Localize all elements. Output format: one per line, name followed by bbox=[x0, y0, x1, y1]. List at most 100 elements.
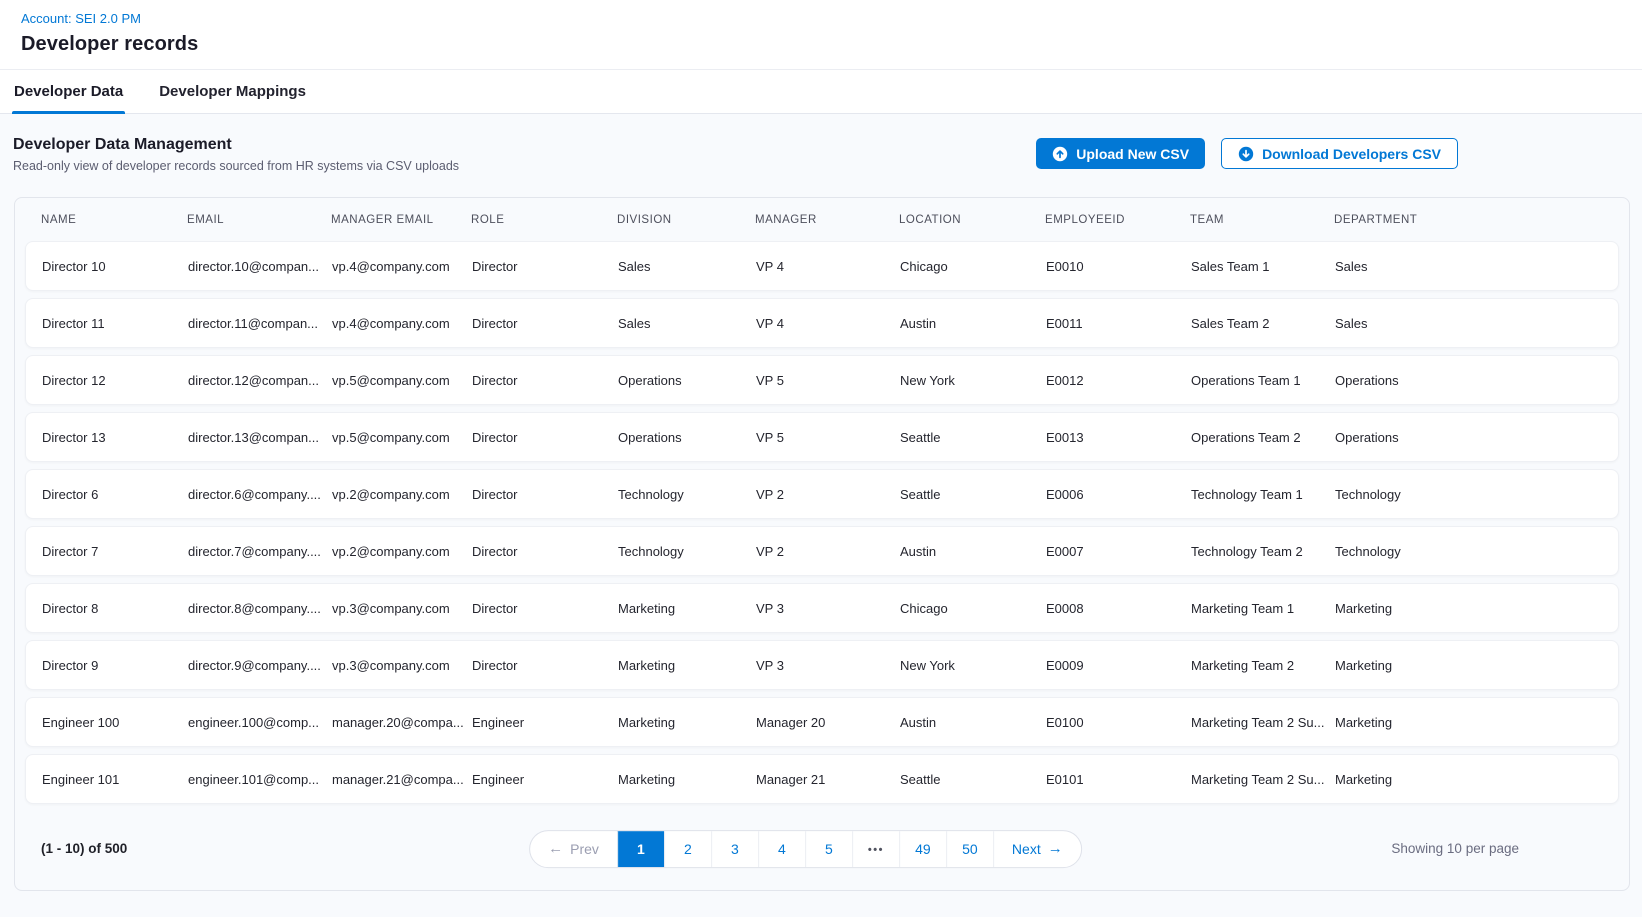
table-cell: engineer.101@comp... bbox=[188, 772, 332, 787]
table-cell: VP 2 bbox=[756, 544, 900, 559]
table-row: Director 13director.13@compan...vp.5@com… bbox=[25, 412, 1619, 462]
page-button-5[interactable]: 5 bbox=[805, 831, 852, 867]
table-row: Director 10director.10@compan...vp.4@com… bbox=[25, 241, 1619, 291]
pagination: ← Prev 12345•••4950 Next → bbox=[529, 830, 1082, 868]
table-cell: vp.4@company.com bbox=[332, 259, 472, 274]
table-cell: Engineer bbox=[472, 772, 618, 787]
pagination-ellipsis: ••• bbox=[852, 831, 899, 867]
table-cell: Sales bbox=[1335, 316, 1602, 331]
table-cell: Operations bbox=[618, 373, 756, 388]
table-cell: vp.3@company.com bbox=[332, 601, 472, 616]
table-cell: VP 5 bbox=[756, 373, 900, 388]
table-cell: Director 9 bbox=[42, 658, 188, 673]
table-cell: Director bbox=[472, 373, 618, 388]
table-cell: Marketing Team 2 bbox=[1191, 658, 1335, 673]
table-body: Director 10director.10@compan...vp.4@com… bbox=[25, 241, 1619, 804]
table-cell: Austin bbox=[900, 544, 1046, 559]
table-cell: Director 6 bbox=[42, 487, 188, 502]
table-cell: VP 3 bbox=[756, 658, 900, 673]
table-cell: Director bbox=[472, 487, 618, 502]
table-cell: vp.4@company.com bbox=[332, 316, 472, 331]
table-cell: director.9@company.... bbox=[188, 658, 332, 673]
page-button-2[interactable]: 2 bbox=[664, 831, 711, 867]
tab-developer-data[interactable]: Developer Data bbox=[12, 70, 125, 113]
table-cell: E0012 bbox=[1046, 373, 1191, 388]
column-header-location: LOCATION bbox=[899, 214, 1045, 226]
page-header: Account: SEI 2.0 PM Developer records bbox=[0, 0, 1642, 70]
page-button-50[interactable]: 50 bbox=[946, 831, 993, 867]
table-cell: VP 5 bbox=[756, 430, 900, 445]
table-cell: Marketing Team 1 bbox=[1191, 601, 1335, 616]
account-breadcrumb-link[interactable]: Account: SEI 2.0 PM bbox=[21, 11, 141, 26]
table-footer: (1 - 10) of 500 ← Prev 12345•••4950 Next… bbox=[25, 811, 1619, 890]
table-cell: director.8@company.... bbox=[188, 601, 332, 616]
download-csv-button[interactable]: Download Developers CSV bbox=[1221, 138, 1458, 169]
page-button-49[interactable]: 49 bbox=[899, 831, 946, 867]
table-cell: Director 8 bbox=[42, 601, 188, 616]
table-cell: Manager 20 bbox=[756, 715, 900, 730]
developer-table: NAMEEMAILMANAGER EMAILROLEDIVISIONMANAGE… bbox=[14, 197, 1630, 891]
table-cell: vp.5@company.com bbox=[332, 430, 472, 445]
table-cell: Austin bbox=[900, 715, 1046, 730]
table-cell: Director 12 bbox=[42, 373, 188, 388]
table-row: Director 12director.12@compan...vp.5@com… bbox=[25, 355, 1619, 405]
table-cell: Marketing Team 2 Su... bbox=[1191, 715, 1335, 730]
table-cell: E0011 bbox=[1046, 316, 1191, 331]
table-cell: Marketing bbox=[618, 715, 756, 730]
column-header-employeeid: EMPLOYEEID bbox=[1045, 214, 1190, 226]
table-cell: manager.20@compa... bbox=[332, 715, 472, 730]
table-cell: vp.2@company.com bbox=[332, 487, 472, 502]
prev-page-button[interactable]: ← Prev bbox=[530, 831, 617, 867]
table-cell: Marketing Team 2 Su... bbox=[1191, 772, 1335, 787]
table-cell: Chicago bbox=[900, 259, 1046, 274]
table-cell: VP 4 bbox=[756, 259, 900, 274]
table-cell: Marketing bbox=[618, 658, 756, 673]
table-cell: Austin bbox=[900, 316, 1046, 331]
download-csv-button-label: Download Developers CSV bbox=[1262, 146, 1441, 162]
table-cell: Seattle bbox=[900, 772, 1046, 787]
table-cell: Technology bbox=[618, 544, 756, 559]
page-button-1[interactable]: 1 bbox=[617, 831, 664, 867]
table-cell: Sales bbox=[618, 316, 756, 331]
page-button-3[interactable]: 3 bbox=[711, 831, 758, 867]
table-cell: Director bbox=[472, 430, 618, 445]
table-cell: Director bbox=[472, 544, 618, 559]
table-cell: VP 3 bbox=[756, 601, 900, 616]
csv-action-buttons: Upload New CSV Download Developers CSV bbox=[1036, 138, 1458, 169]
next-page-button[interactable]: Next → bbox=[993, 831, 1081, 867]
page-button-4[interactable]: 4 bbox=[758, 831, 805, 867]
table-cell: Engineer 100 bbox=[42, 715, 188, 730]
upload-csv-button-label: Upload New CSV bbox=[1076, 146, 1189, 162]
table-cell: Sales bbox=[1335, 259, 1602, 274]
table-cell: E0101 bbox=[1046, 772, 1191, 787]
table-cell: Marketing bbox=[1335, 658, 1602, 673]
table-cell: Marketing bbox=[618, 601, 756, 616]
table-cell: VP 2 bbox=[756, 487, 900, 502]
section-subtitle: Read-only view of developer records sour… bbox=[13, 159, 459, 173]
column-header-manager-email: MANAGER EMAIL bbox=[331, 214, 471, 226]
table-cell: Manager 21 bbox=[756, 772, 900, 787]
table-row: Director 9director.9@company....vp.3@com… bbox=[25, 640, 1619, 690]
developer-data-panel: Developer Data Management Read-only view… bbox=[0, 114, 1642, 917]
column-header-name: NAME bbox=[41, 214, 187, 226]
upload-csv-button[interactable]: Upload New CSV bbox=[1036, 138, 1205, 169]
table-cell: Marketing bbox=[1335, 772, 1602, 787]
table-cell: E0006 bbox=[1046, 487, 1191, 502]
upload-icon bbox=[1052, 146, 1068, 162]
table-cell: Operations bbox=[618, 430, 756, 445]
table-cell: Chicago bbox=[900, 601, 1046, 616]
table-cell: Marketing bbox=[618, 772, 756, 787]
per-page-label: Showing 10 per page bbox=[1391, 841, 1519, 856]
table-cell: Director bbox=[472, 316, 618, 331]
table-cell: vp.3@company.com bbox=[332, 658, 472, 673]
section-header-text: Developer Data Management Read-only view… bbox=[13, 136, 459, 173]
tab-developer-mappings[interactable]: Developer Mappings bbox=[157, 70, 308, 113]
table-cell: Seattle bbox=[900, 430, 1046, 445]
tab-bar: Developer Data Developer Mappings bbox=[0, 70, 1642, 114]
table-cell: E0010 bbox=[1046, 259, 1191, 274]
table-cell: Operations Team 1 bbox=[1191, 373, 1335, 388]
column-header-role: ROLE bbox=[471, 214, 617, 226]
table-row: Engineer 101engineer.101@comp...manager.… bbox=[25, 754, 1619, 804]
table-cell: engineer.100@comp... bbox=[188, 715, 332, 730]
table-cell: E0009 bbox=[1046, 658, 1191, 673]
